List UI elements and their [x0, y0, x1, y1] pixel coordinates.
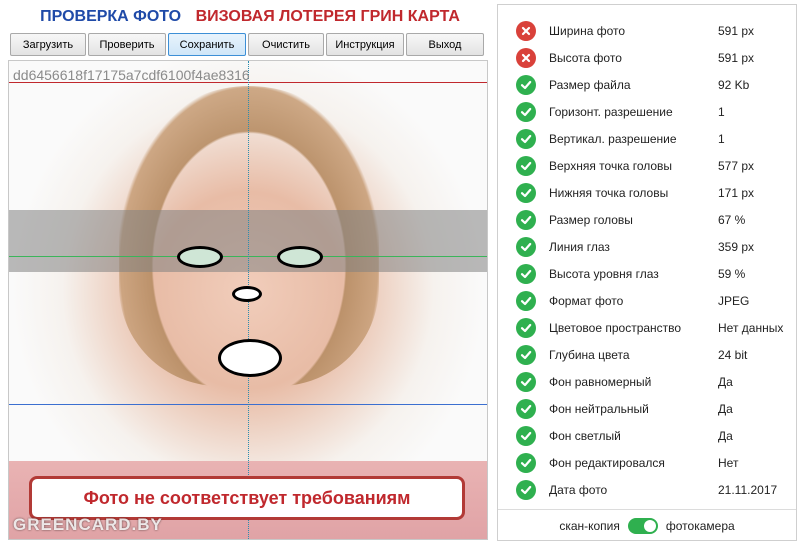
check-row: Фон равномерный Да [498, 368, 796, 395]
toolbar: Загрузить Проверить Сохранить Очистить И… [10, 33, 484, 56]
check-value: 591 px [718, 23, 755, 38]
check-value: 1 [718, 131, 725, 146]
nose-marker [232, 286, 262, 302]
check-value: Да [718, 428, 733, 443]
check-value: 591 px [718, 50, 755, 65]
right-eye-marker [277, 246, 323, 268]
check-pass-icon [516, 101, 536, 122]
save-button[interactable]: Сохранить [168, 33, 246, 56]
check-value: 92 Kb [718, 77, 750, 92]
check-value: 1 [718, 104, 725, 119]
check-label: Дата фото [549, 482, 608, 497]
check-row: Фон редактировался Нет [498, 449, 796, 476]
check-row: Формат фото JPEG [498, 287, 796, 314]
photo-preview: dd6456618f17175a7cdf6100f4ae8316 Фото не… [8, 60, 488, 540]
check-pass-icon [516, 479, 536, 500]
check-label: Высота уровня глаз [549, 266, 659, 281]
check-label: Верхняя точка головы [549, 158, 673, 173]
check-label: Глубина цвета [549, 347, 630, 362]
check-pass-icon [516, 155, 536, 176]
check-pass-icon [516, 263, 536, 284]
check-results-panel: Ширина фото 591 px Высота фото 591 px Размер… [497, 4, 797, 541]
check-label: Фон светлый [549, 428, 621, 443]
check-row: Размер файла 92 Kb [498, 71, 796, 98]
check-pass-icon [516, 371, 536, 392]
check-pass-icon [516, 398, 536, 419]
check-value: 59 % [718, 266, 746, 281]
check-button[interactable]: Проверить [88, 33, 166, 56]
toggle-knob [643, 519, 656, 532]
check-row: Линия глаз 359 px [498, 233, 796, 260]
check-pass-icon [516, 128, 536, 149]
check-label: Вертикал. разрешение [549, 131, 677, 146]
clear-button[interactable]: Очистить [248, 33, 324, 56]
check-value: 577 px [718, 158, 755, 173]
check-pass-icon [516, 317, 536, 338]
check-row: Нижняя точка головы 171 px [498, 179, 796, 206]
title-green-card-lottery: ВИЗОВАЯ ЛОТЕРЕЯ ГРИН КАРТА [195, 8, 460, 25]
check-pass-icon [516, 236, 536, 257]
check-value: Да [718, 374, 733, 389]
check-label: Фон равномерный [549, 374, 652, 389]
check-value: 359 px [718, 239, 755, 254]
mouth-marker [218, 339, 282, 377]
check-label: Нижняя точка головы [549, 185, 669, 200]
check-row: Верхняя точка головы 577 px [498, 152, 796, 179]
check-row: Горизонт. разрешение 1 [498, 98, 796, 125]
load-button[interactable]: Загрузить [10, 33, 86, 56]
title-check-photo: ПРОВЕРКА ФОТО [40, 8, 182, 25]
photo-hash: dd6456618f17175a7cdf6100f4ae8316 [13, 67, 250, 83]
exit-button[interactable]: Выход [406, 33, 484, 56]
check-label: Высота фото [549, 50, 622, 65]
check-label: Ширина фото [549, 23, 626, 38]
check-label: Линия глаз [549, 239, 610, 254]
mode-camera-label: фотокамера [665, 518, 735, 533]
check-value: 24 bit [718, 347, 748, 362]
check-row: Цветовое пространство Нет данных [498, 314, 796, 341]
check-label: Формат фото [549, 293, 624, 308]
check-value: Нет данных [718, 320, 784, 335]
instruction-button[interactable]: Инструкция [326, 33, 404, 56]
check-label: Размер файла [549, 77, 631, 92]
warning-banner: Фото не соответствует требованиям [29, 476, 465, 520]
watermark: GREENCARD.BY [13, 515, 163, 534]
check-label: Горизонт. разрешение [549, 104, 673, 119]
check-pass-icon [516, 74, 536, 95]
check-row: Фон светлый Да [498, 422, 796, 449]
check-row: Дата фото 21.11.2017 [498, 476, 796, 503]
check-value: 171 px [718, 185, 755, 200]
check-pass-icon [516, 182, 536, 203]
mode-toggle[interactable] [627, 517, 658, 534]
check-pass-icon [516, 290, 536, 311]
check-value: Нет [718, 455, 739, 470]
check-pass-icon [516, 344, 536, 365]
mode-scan-label: скан-копия [559, 518, 620, 533]
left-eye-marker [177, 246, 223, 268]
check-row: Высота уровня глаз 59 % [498, 260, 796, 287]
check-row: Размер головы 67 % [498, 206, 796, 233]
check-pass-icon [516, 425, 536, 446]
check-row: Ширина фото 591 px [498, 17, 796, 44]
check-value: 67 % [718, 212, 746, 227]
check-fail-icon [516, 20, 536, 41]
check-pass-icon [516, 209, 536, 230]
check-value: 21.11.2017 [718, 482, 778, 497]
check-pass-icon [516, 452, 536, 473]
mode-switch: скан-копия фотокамера [498, 509, 796, 541]
check-value: Да [718, 401, 733, 416]
check-value: JPEG [718, 293, 750, 308]
check-row: Фон нейтральный Да [498, 395, 796, 422]
check-row: Высота фото 591 px [498, 44, 796, 71]
check-fail-icon [516, 47, 536, 68]
check-label: Цветовое пространство [549, 320, 682, 335]
check-label: Размер головы [549, 212, 633, 227]
check-row: Вертикал. разрешение 1 [498, 125, 796, 152]
app-title: ПРОВЕРКА ФОТО ВИЗОВАЯ ЛОТЕРЕЯ ГРИН КАРТА [0, 8, 500, 26]
check-label: Фон редактировался [549, 455, 665, 470]
check-row: Глубина цвета 24 bit [498, 341, 796, 368]
check-label: Фон нейтральный [549, 401, 649, 416]
